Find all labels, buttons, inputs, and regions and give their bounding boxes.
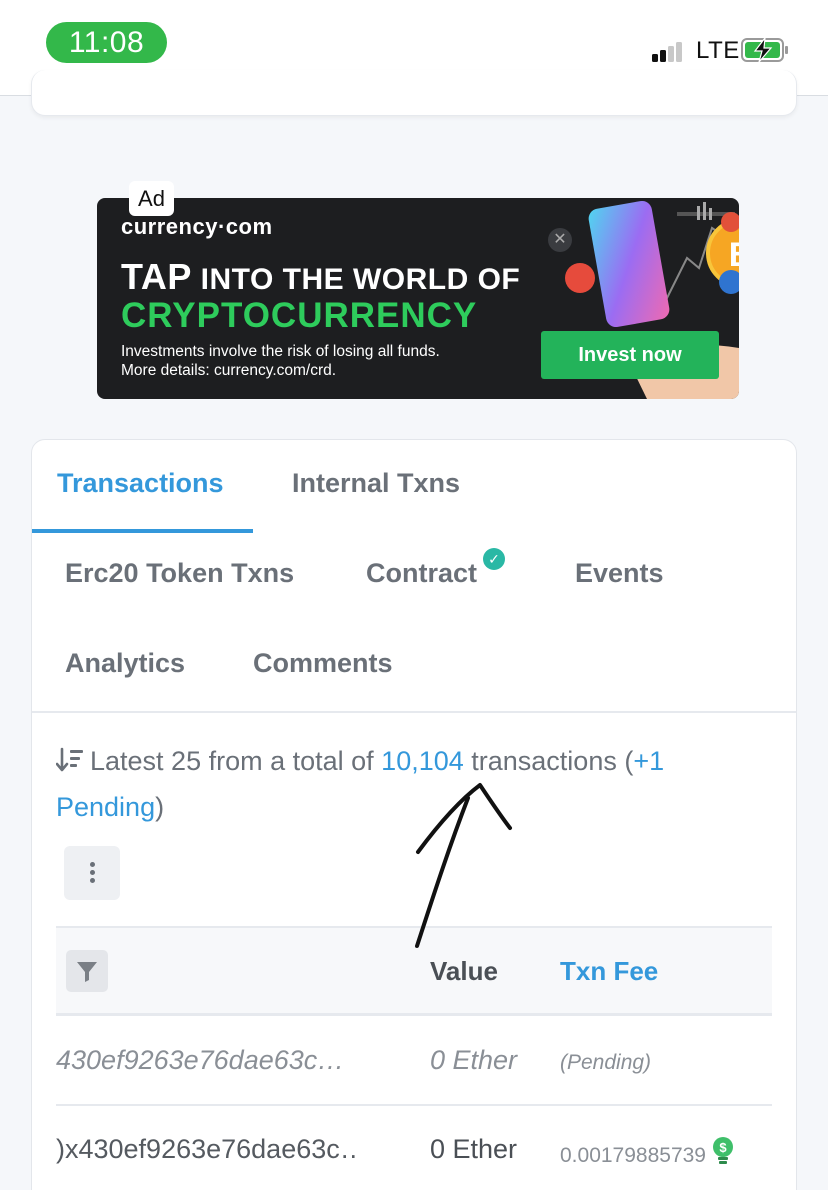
pending-link[interactable]: Pending [56,792,155,822]
active-tab-indicator [32,529,253,533]
tab-internal-txns[interactable]: Internal Txns [292,468,460,499]
transactions-summary: Latest 25 from a total of 10,104 transac… [56,738,756,830]
sort-descending-icon [56,747,83,772]
value-column-header: Value [430,956,498,986]
ad-disclaimer-line1: Investments involve the risk of losing a… [121,343,440,360]
invest-now-button[interactable]: Invest now [541,331,719,379]
txn-hash-link[interactable]: )x430ef9263e76dae63c… [56,1134,356,1165]
transactions-card: Transactions Internal Txns Erc20 Token T… [31,439,797,1190]
ad-headline: TAP INTO THE WORLD OF [121,256,520,298]
txn-fee: (Pending) [560,1051,652,1074]
total-transactions-link[interactable]: 10,104 [381,746,464,776]
ad-disclaimer: Investments involve the risk of losing a… [121,342,521,380]
table-header: Value Txn Fee [56,926,772,1016]
more-options-button[interactable] [64,846,120,900]
ad-disclaimer-line2: More details: currency.com/crd. [121,362,337,379]
ad-brand-logo: currency·com [121,214,273,239]
svg-text:B: B [729,236,739,274]
verified-check-icon: ✓ [483,548,506,570]
tab-contract-label: Contract [366,558,478,588]
summary-prefix: Latest 25 from a total of [90,746,382,776]
table-row: )x430ef9263e76dae63c… 0 Ether 0.00179885… [56,1106,772,1190]
pending-count-link[interactable]: +1 [633,746,664,776]
ad-label: Ad [129,181,174,216]
advertisement-banner[interactable]: currency·com TAP INTO THE WORLD OF CRYPT… [97,198,739,399]
tab-contract[interactable]: Contract ✓ [366,548,506,589]
txn-value: 0 Ether [430,1134,518,1164]
table-row: 430ef9263e76dae63c… 0 Ether (Pending) [56,1016,772,1106]
ad-headline-tap: TAP [121,256,192,297]
txn-fee-cell: 0.00179885739 $ [560,1136,734,1168]
battery-charging-icon [741,37,788,63]
tab-comments[interactable]: Comments [253,648,393,679]
tab-transactions[interactable]: Transactions [57,468,224,499]
tabs-divider [32,711,796,713]
tab-analytics[interactable]: Analytics [65,648,185,679]
status-time: 11:08 [46,22,167,63]
filter-button[interactable] [66,950,108,992]
svg-text:$: $ [719,1140,727,1155]
txn-value: 0 Ether [430,1045,518,1075]
ad-close-icon[interactable]: ✕ [548,228,572,252]
ad-headline-rest: INTO THE WORLD OF [191,263,521,296]
txn-fee-column-header[interactable]: Txn Fee [560,956,658,987]
txn-fee: 0.00179885739 [560,1144,706,1167]
gas-price-bulb-icon[interactable]: $ [712,1136,734,1166]
network-type: LTE [696,37,740,64]
tab-events[interactable]: Events [575,558,664,589]
tab-erc20-token-txns[interactable]: Erc20 Token Txns [65,558,294,589]
txn-hash-link[interactable]: 430ef9263e76dae63c… [56,1045,356,1076]
overview-card-bottom [31,70,797,116]
cellular-signal-icon [652,40,690,62]
summary-suffix: ) [155,792,165,822]
summary-middle: transactions ( [463,746,634,776]
ad-headline-accent: CRYPTOCURRENCY [121,296,478,335]
filter-icon [77,962,97,982]
